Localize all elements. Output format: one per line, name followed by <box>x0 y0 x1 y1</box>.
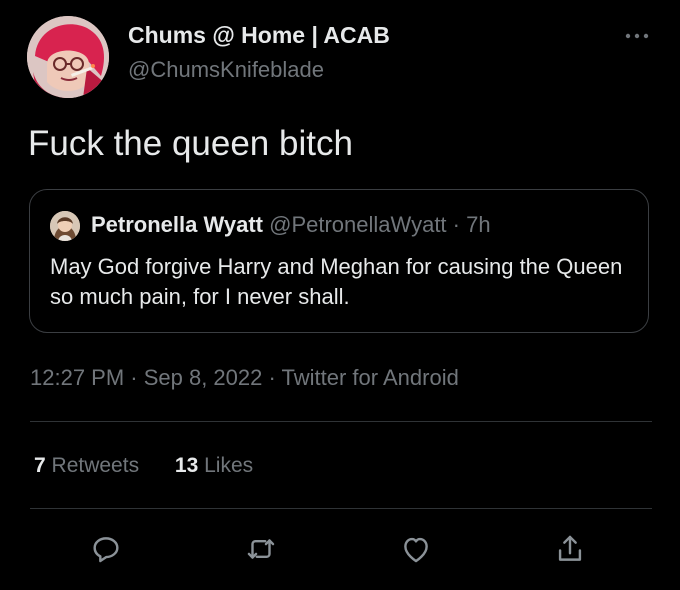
tweet-text: Fuck the queen bitch <box>28 124 353 163</box>
likes-stat[interactable]: 13 Likes <box>175 454 253 477</box>
like-icon[interactable] <box>399 532 433 566</box>
quoted-header: Petronella Wyatt @PetronellaWyatt · 7h <box>91 212 491 238</box>
author-avatar[interactable] <box>27 16 109 98</box>
author-avatar-art <box>27 16 109 98</box>
quoted-separator: · <box>452 212 460 237</box>
divider <box>30 508 652 509</box>
quoted-text: May God forgive Harry and Meghan for cau… <box>50 254 623 309</box>
tweet-stats: 7 Retweets 13 Likes <box>34 454 283 478</box>
quoted-tweet-card[interactable]: Petronella Wyatt @PetronellaWyatt · 7h M… <box>29 189 649 333</box>
retweets-label: Retweets <box>51 454 140 477</box>
likes-label: Likes <box>204 454 254 477</box>
quoted-avatar-art <box>50 211 80 241</box>
quoted-author-handle[interactable]: @PetronellaWyatt <box>269 212 446 237</box>
tweet-timestamp[interactable]: 12:27 PM · Sep 8, 2022 · Twitter for And… <box>30 365 459 391</box>
quoted-timestamp[interactable]: 7h <box>466 212 490 237</box>
likes-count: 13 <box>174 454 199 477</box>
retweets-count: 7 <box>34 454 46 477</box>
retweets-stat[interactable]: 7 Retweets <box>34 454 145 477</box>
tweet-detail: Chums @ Home | ACAB @ChumsKnifeblade Fuc… <box>0 0 680 590</box>
author-handle[interactable]: @ChumsKnifeblade <box>128 57 324 83</box>
more-icon[interactable] <box>622 26 652 46</box>
author-name[interactable]: Chums @ Home | ACAB <box>128 22 390 49</box>
quoted-author-name[interactable]: Petronella Wyatt <box>91 212 263 237</box>
share-icon[interactable] <box>553 532 587 566</box>
reply-icon[interactable] <box>89 532 123 566</box>
retweet-icon[interactable] <box>244 532 278 566</box>
quoted-author-avatar[interactable] <box>50 211 80 241</box>
divider <box>30 421 652 422</box>
